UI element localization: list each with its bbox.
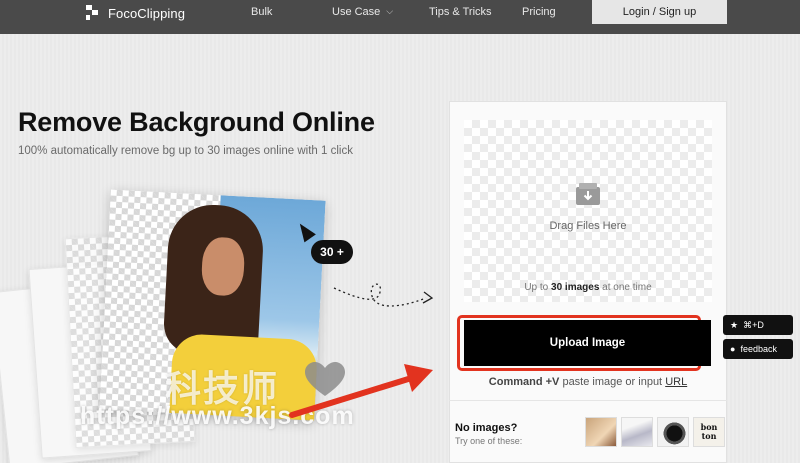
paste-hint: Command +V paste image or input URL — [449, 376, 727, 388]
logo-icon — [86, 5, 100, 21]
login-signup-button[interactable]: Login / Sign up — [592, 0, 727, 24]
image-count-badge: 30 + — [311, 240, 353, 264]
watermark-url: https://www.3kjs.com — [80, 402, 355, 430]
star-icon: ★ — [730, 319, 739, 330]
brand-name: FocoClipping — [108, 5, 186, 21]
limit-prefix: Up to — [524, 282, 552, 293]
sample-thumb-camera[interactable] — [657, 417, 689, 447]
nav-item-tips[interactable]: Tips & Tricks — [429, 6, 492, 18]
bookmark-shortcut-button[interactable]: ★ ⌘+D — [723, 315, 793, 335]
chevron-down-icon: ⌵ — [386, 6, 394, 16]
page-subtitle: 100% automatically remove bg up to 30 im… — [18, 145, 353, 157]
hero-illustration: 30 + 科技师 https://www.3kjs.com — [0, 189, 440, 463]
drop-zone[interactable] — [464, 120, 712, 302]
bookmark-shortcut-label: ⌘+D — [743, 319, 764, 330]
page-title: Remove Background Online — [18, 107, 375, 137]
paste-shortcut: Command +V — [488, 376, 560, 388]
upload-tray-icon — [576, 183, 600, 205]
paste-text: paste image or input — [559, 376, 666, 388]
brand-logo[interactable]: FocoClipping — [86, 4, 185, 22]
chat-bubble-icon: ● — [730, 344, 736, 354]
heart-icon — [305, 362, 345, 396]
feedback-button[interactable]: ● feedback — [723, 339, 793, 359]
divider — [449, 400, 727, 401]
top-navbar: FocoClipping Bulk Use Case ⌵ Tips & Trick… — [0, 0, 800, 34]
input-url-link[interactable]: URL — [665, 376, 687, 388]
limit-count: 30 images — [551, 282, 600, 293]
sample-images-hint: Try one of these: — [455, 436, 523, 446]
nav-item-bulk[interactable]: Bulk — [251, 6, 272, 18]
upload-image-button[interactable]: Upload Image — [464, 320, 711, 366]
nav-item-pricing[interactable]: Pricing — [522, 6, 556, 18]
sample-images-title: No images? — [455, 422, 518, 434]
nav-item-use-case-label: Use Case — [332, 6, 381, 18]
feedback-label: feedback — [740, 344, 777, 354]
nav-item-use-case[interactable]: Use Case ⌵ — [332, 6, 393, 18]
upload-limit-text: Up to 30 images at one time — [464, 282, 712, 293]
limit-suffix: at one time — [599, 282, 652, 293]
sample-thumb-person[interactable] — [585, 417, 617, 447]
sample-thumb-shoes[interactable] — [621, 417, 653, 447]
drag-files-label: Drag Files Here — [549, 220, 627, 232]
sample-thumb-logo[interactable]: bon ton — [693, 417, 725, 447]
